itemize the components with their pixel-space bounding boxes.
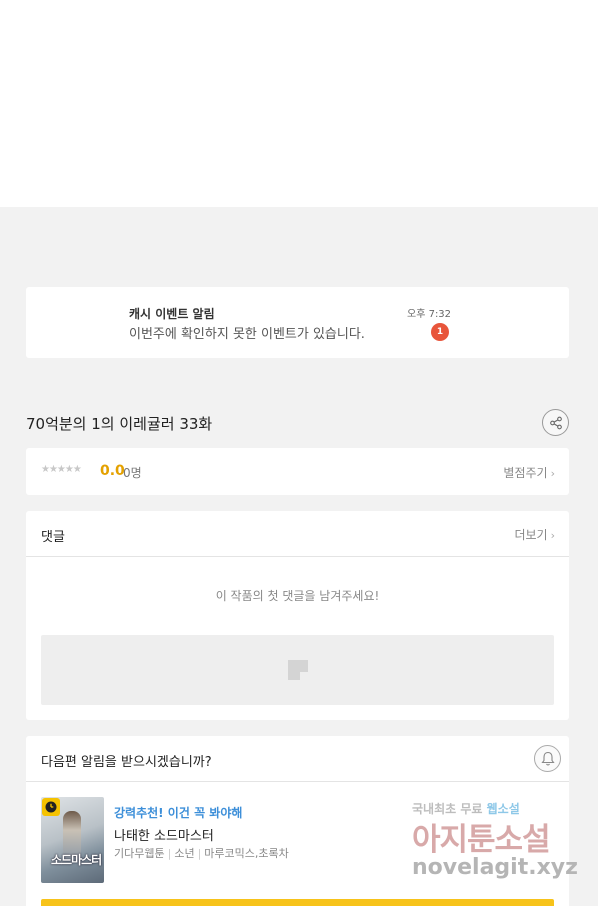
recommendation-tag: 강력추천! 이건 꼭 봐야해: [114, 806, 243, 820]
recommendation-title[interactable]: 나태한 소드마스터: [114, 825, 214, 844]
comments-more-label: 더보기: [514, 528, 548, 542]
share-button[interactable]: [542, 409, 569, 436]
cta-button[interactable]: [41, 899, 554, 906]
next-episode-alert-card: 다음편 알림을 받으시겠습니까? 소드마스터 강력추천! 이건 꼭 봐야해 나태…: [26, 736, 569, 906]
notification-title: 캐시 이벤트 알림: [129, 307, 215, 321]
recommendation-category: 기다무웹툰: [114, 847, 165, 860]
rate-button-label: 별점주기: [503, 466, 548, 480]
bell-icon: [541, 751, 555, 766]
rating-stars: ★★★★★: [41, 464, 82, 475]
comments-section: 댓글 더보기 › 이 작품의 첫 댓글을 남겨주세요!: [26, 511, 569, 720]
chevron-right-icon: ›: [550, 467, 555, 480]
recommendation-thumbnail[interactable]: 소드마스터: [41, 797, 104, 883]
comments-heading: 댓글: [41, 530, 65, 545]
comments-more-link[interactable]: 더보기 ›: [514, 526, 555, 543]
rating-count: 0명: [123, 466, 142, 480]
content-area-top: [0, 0, 598, 207]
next-alert-question: 다음편 알림을 받으시겠습니까?: [41, 755, 212, 770]
divider: [26, 781, 569, 782]
rate-button[interactable]: 별점주기 ›: [503, 464, 555, 481]
comment-input-box[interactable]: [41, 635, 554, 705]
notification-badge: 1: [431, 323, 449, 341]
share-icon: [550, 416, 562, 430]
chevron-right-icon: ›: [550, 529, 555, 542]
recommendation-genre: 소년: [174, 847, 195, 860]
recommendation-meta: 기다무웹툰 | 소년 | 마루코믹스,초록차: [114, 847, 289, 860]
thumbnail-title: 소드마스터: [51, 853, 102, 867]
recommendation-authors: 마루코믹스,초록차: [204, 847, 289, 860]
event-notification-card[interactable]: 캐시 이벤트 알림 이번주에 확인하지 못한 이벤트가 있습니다. 오후 7:3…: [26, 287, 569, 358]
alert-bell-button[interactable]: [534, 745, 561, 772]
notification-message: 이번주에 확인하지 못한 이벤트가 있습니다.: [129, 327, 365, 342]
episode-title: 70억분의 1의 이레귤러 33화: [26, 415, 213, 433]
comments-empty-message: 이 작품의 첫 댓글을 남겨주세요!: [215, 589, 380, 603]
notification-time: 오후 7:32: [407, 309, 452, 320]
divider: [26, 556, 569, 557]
wait-free-clock-icon: [42, 798, 60, 816]
note-icon: [288, 660, 308, 680]
rating-score: 0.0: [100, 463, 125, 479]
rating-card: ★★★★★ 0.0 0명 별점주기 ›: [26, 448, 569, 495]
